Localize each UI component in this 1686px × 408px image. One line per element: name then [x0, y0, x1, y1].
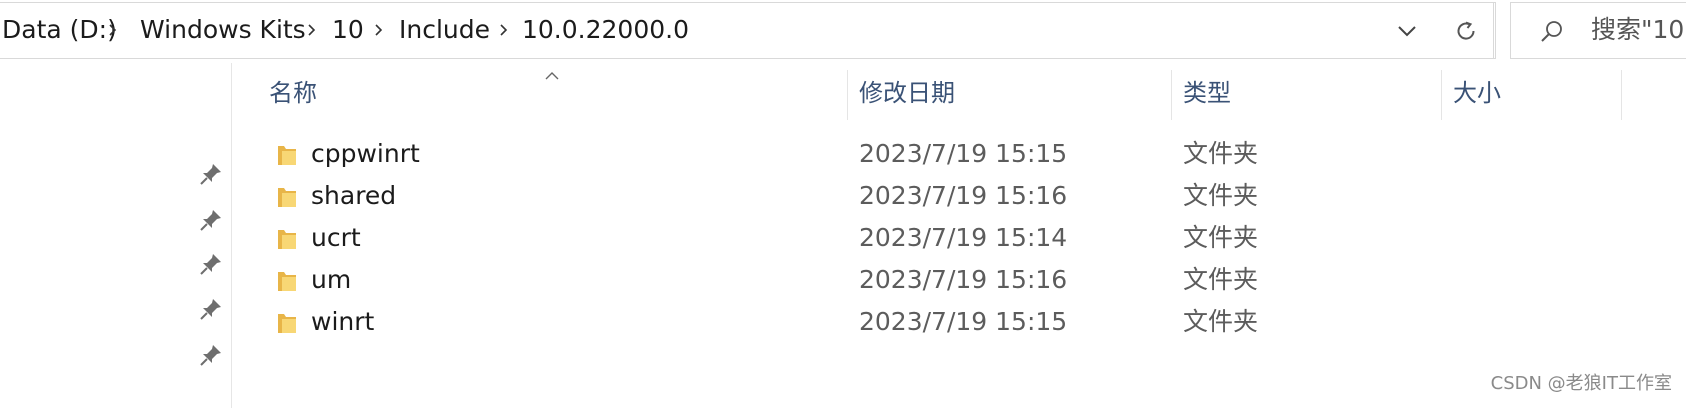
address-bar[interactable]: Data (D:) Windows Kits 10 Include 10.0.2…: [0, 2, 1494, 59]
file-name: ucrt: [311, 223, 361, 252]
list-item[interactable]: um 2023/7/19 15:16 文件夹: [260, 260, 1620, 302]
pin-icon[interactable]: [198, 342, 224, 368]
column-header-date-label: 修改日期: [859, 79, 955, 107]
file-type: 文件夹: [1183, 139, 1259, 168]
address-row: Data (D:) Windows Kits 10 Include 10.0.2…: [0, 0, 1686, 63]
file-type: 文件夹: [1183, 223, 1259, 252]
column-header-size-label: 大小: [1453, 79, 1501, 107]
pane-divider[interactable]: [231, 63, 232, 408]
folder-icon: [274, 184, 300, 214]
pin-icon[interactable]: [198, 251, 224, 277]
file-date-modified: 2023/7/19 15:16: [859, 181, 1068, 210]
file-name: cppwinrt: [311, 139, 420, 168]
search-placeholder: 搜索"10.0: [1591, 15, 1686, 44]
search-input[interactable]: 搜索"10.0: [1510, 2, 1686, 59]
file-type: 文件夹: [1183, 181, 1259, 210]
column-header-size[interactable]: 大小: [1442, 70, 1620, 120]
breadcrumb-windows-kits[interactable]: Windows Kits: [140, 15, 306, 45]
breadcrumb-10[interactable]: 10: [332, 15, 364, 45]
file-name: um: [311, 265, 352, 294]
chevron-right-icon[interactable]: [107, 24, 119, 36]
column-header-name[interactable]: 名称: [260, 70, 846, 120]
refresh-button[interactable]: [1436, 2, 1496, 59]
column-header-name-label: 名称: [269, 79, 317, 107]
file-date-modified: 2023/7/19 15:15: [859, 139, 1068, 168]
file-explorer-window: Data (D:) Windows Kits 10 Include 10.0.2…: [0, 0, 1686, 408]
breadcrumb-current-folder[interactable]: 10.0.22000.0: [522, 15, 689, 45]
file-name: shared: [311, 181, 397, 210]
column-header-type[interactable]: 类型: [1172, 70, 1440, 120]
folder-icon: [274, 310, 300, 340]
file-name: winrt: [311, 307, 375, 336]
list-item[interactable]: winrt 2023/7/19 15:15 文件夹: [260, 302, 1620, 344]
pin-icon[interactable]: [198, 207, 224, 233]
file-date-modified: 2023/7/19 15:16: [859, 265, 1068, 294]
pin-icon[interactable]: [198, 296, 224, 322]
file-date-modified: 2023/7/19 15:15: [859, 307, 1068, 336]
folder-icon: [274, 268, 300, 298]
list-item[interactable]: shared 2023/7/19 15:16 文件夹: [260, 176, 1620, 218]
chevron-right-icon[interactable]: [498, 24, 510, 36]
refresh-icon: [1457, 21, 1475, 40]
file-date-modified: 2023/7/19 15:14: [859, 223, 1068, 252]
chevron-right-icon[interactable]: [306, 24, 318, 36]
address-history-dropdown[interactable]: [1382, 3, 1432, 58]
chevron-down-icon: [1398, 25, 1416, 36]
breadcrumb-include[interactable]: Include: [399, 15, 490, 45]
folder-icon: [274, 142, 300, 172]
search-icon: [1539, 19, 1565, 49]
list-item[interactable]: ucrt 2023/7/19 15:14 文件夹: [260, 218, 1620, 260]
file-type: 文件夹: [1183, 307, 1259, 336]
watermark: CSDN @老狼IT工作室: [1490, 373, 1672, 394]
chevron-right-icon[interactable]: [373, 24, 385, 36]
pin-icon[interactable]: [198, 161, 224, 187]
column-header-type-label: 类型: [1183, 79, 1231, 107]
list-item[interactable]: cppwinrt 2023/7/19 15:15 文件夹: [260, 134, 1620, 176]
column-header-date-modified[interactable]: 修改日期: [848, 70, 1170, 120]
breadcrumb-data-drive[interactable]: Data (D:): [2, 15, 117, 45]
file-type: 文件夹: [1183, 265, 1259, 294]
folder-icon: [274, 226, 300, 256]
column-resize-handle[interactable]: [1621, 70, 1622, 120]
